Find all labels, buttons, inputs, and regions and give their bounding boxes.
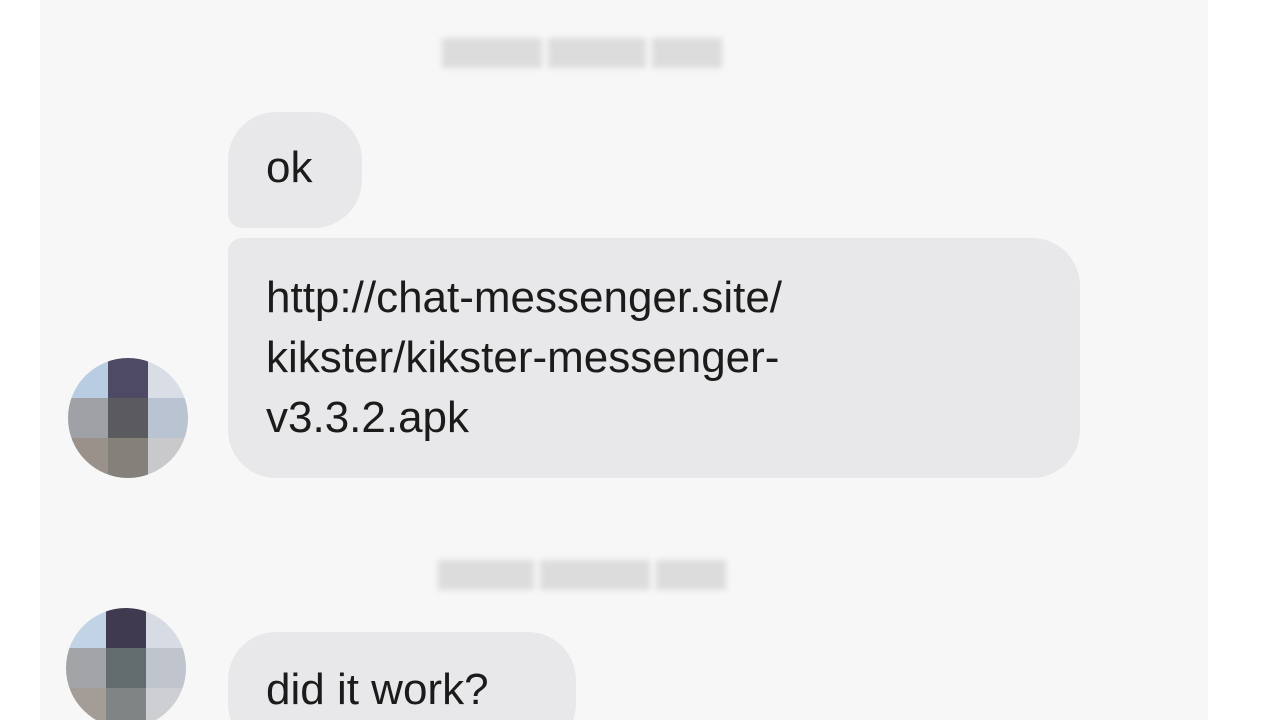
avatar-pixel (68, 398, 108, 438)
message-text: did it work? (266, 665, 489, 714)
avatar-pixel (146, 648, 186, 688)
avatar-pixel (148, 438, 188, 478)
avatar-pixel (106, 608, 146, 648)
message-link-line: http://chat-messenger.site/ (266, 273, 783, 322)
avatar-pixel (146, 608, 186, 648)
redacted-block (652, 38, 722, 68)
avatar-pixel (106, 648, 146, 688)
redacted-block (548, 38, 646, 68)
redacted-block (438, 560, 534, 590)
avatar[interactable] (68, 358, 188, 478)
avatar-pixel (148, 398, 188, 438)
avatar-pixel (108, 358, 148, 398)
avatar-pixel (66, 648, 106, 688)
avatar-pixel (68, 438, 108, 478)
avatar-pixel (108, 438, 148, 478)
avatar-pixel (66, 688, 106, 720)
message-text: ok (266, 143, 313, 192)
message-bubble[interactable]: did it work? (228, 632, 576, 720)
message-bubble-link[interactable]: http://chat-messenger.site/ kikster/kiks… (228, 238, 1080, 478)
redacted-block (540, 560, 650, 590)
avatar-pixel (68, 358, 108, 398)
avatar[interactable] (66, 608, 186, 720)
chat-screen: ok http://chat-messenger.site/ kikster/k… (40, 0, 1208, 720)
blurred-timestamp (442, 38, 722, 68)
message-bubble[interactable]: ok (228, 112, 362, 228)
avatar-pixel (146, 688, 186, 720)
blurred-timestamp (438, 560, 726, 590)
redacted-block (656, 560, 726, 590)
avatar-pixel (108, 398, 148, 438)
avatar-pixel (106, 688, 146, 720)
message-link-line: kikster/kikster-messenger- (266, 333, 780, 382)
avatar-pixel (66, 608, 106, 648)
redacted-block (442, 38, 542, 68)
avatar-pixel (148, 358, 188, 398)
message-link-line: v3.3.2.apk (266, 393, 470, 442)
